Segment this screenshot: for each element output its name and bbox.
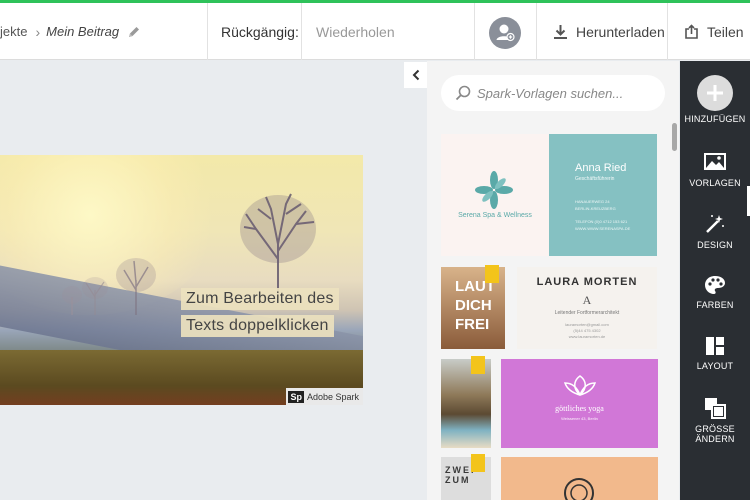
divider	[207, 3, 208, 60]
template-address: HANAUERWEG 24 BERLIN-KREUZBERG TELEFON (…	[575, 198, 657, 232]
top-toolbar: jekte › Mein Beitrag Rückgängig: Wiederh…	[0, 3, 750, 60]
sidebar-item-resize[interactable]: GRÖSSE ÄNDERN	[680, 397, 750, 444]
sidebar-item-label: HINZUFÜGEN	[684, 114, 746, 124]
canvas-image[interactable]: Zum Bearbeiten des Texts doppelklicken S…	[0, 155, 363, 405]
palette-icon	[705, 276, 725, 294]
spark-logo: Sp	[288, 390, 304, 403]
download-label: Herunterladen	[576, 23, 665, 40]
user-add-icon[interactable]	[489, 17, 521, 49]
template-role: Geschäftsführerin	[575, 176, 615, 182]
redo-button[interactable]: Wiederholen	[316, 3, 395, 60]
template-address-line: WWW.WWW.SERENASPA.DE	[575, 226, 631, 231]
premium-tag-icon	[471, 454, 485, 472]
template-initial: A	[582, 293, 592, 307]
template-search-input[interactable]: Spark-Vorlagen suchen...	[441, 75, 665, 111]
template-address-line: HANAUERWEG 24	[575, 199, 610, 204]
chevron-left-icon	[412, 69, 420, 81]
layout-icon	[706, 337, 724, 355]
undo-button[interactable]: Rückgängig:	[221, 3, 299, 60]
sidebar-item-layout[interactable]: LAYOUT	[680, 336, 750, 371]
collapse-panel-button[interactable]	[404, 62, 428, 88]
sidebar-item-colors[interactable]: FARBEN	[680, 275, 750, 310]
poster-line: DICH	[455, 297, 492, 314]
tree-graphic	[82, 277, 108, 315]
templates-icon	[704, 153, 726, 170]
adobe-spark-badge: Sp Adobe Spark	[286, 388, 363, 405]
badge-label: Adobe Spark	[306, 391, 359, 402]
sidebar-item-label: ÄNDERN	[695, 434, 735, 444]
download-button[interactable]: Herunterladen	[553, 3, 665, 60]
template-name: göttliches yoga	[555, 404, 604, 413]
resize-icon	[705, 398, 726, 419]
template-name: Anna Ried	[575, 162, 627, 174]
share-label: Teilen	[707, 23, 744, 40]
sidebar-item-design[interactable]: DESIGN	[680, 213, 750, 250]
template-card[interactable]: göttliches yoga Weissener 43, Berlin	[501, 359, 658, 448]
template-poster-text: LAUT DICH FREI	[455, 277, 495, 334]
flower-logo-icon	[475, 171, 513, 209]
template-card[interactable]	[501, 457, 658, 500]
magic-wand-icon	[706, 215, 724, 233]
plus-icon	[697, 75, 733, 111]
undo-label: Rückgängig:	[221, 23, 299, 40]
download-icon	[554, 24, 567, 39]
breadcrumb-projects-link[interactable]: jekte	[0, 24, 27, 39]
search-placeholder: Spark-Vorlagen suchen...	[477, 85, 624, 101]
pencil-icon[interactable]	[127, 25, 141, 39]
panel-scrollbar[interactable]	[672, 123, 677, 151]
divider	[474, 3, 475, 60]
tree-graphic	[240, 193, 316, 299]
sidebar-item-label: VORLAGEN	[689, 178, 741, 188]
poster-line: ZUM	[445, 475, 471, 485]
template-address: Weissener 43, Berlin	[561, 416, 598, 421]
project-title[interactable]: Mein Beitrag	[46, 24, 119, 39]
premium-tag-icon	[471, 356, 485, 374]
share-button[interactable]: Teilen	[684, 3, 744, 60]
template-address-line: BERLIN-KREUZBERG	[575, 206, 616, 211]
template-card[interactable]: Serena Spa & Wellness Anna Ried Geschäft…	[441, 134, 657, 256]
tree-graphic	[62, 286, 82, 315]
sidebar-item-label: DESIGN	[697, 240, 733, 250]
sidebar-item-label: LAYOUT	[696, 361, 734, 371]
canvas-text-line[interactable]: Zum Bearbeiten des	[181, 288, 339, 310]
template-address-line: TELEFON (0)0 4712 153 621	[575, 219, 628, 224]
lotus-icon	[563, 375, 596, 396]
template-address: lauramorten@gmail.com (5)44 475 4302 www…	[517, 322, 657, 340]
sidebar-item-add[interactable]: HINZUFÜGEN	[680, 75, 750, 124]
template-teal-panel: Anna Ried Geschäftsführerin HANAUERWEG 2…	[549, 134, 657, 256]
sidebar-rail: HINZUFÜGEN VORLAGEN DESIGN FARBEN LAYOUT…	[680, 61, 750, 500]
tree-graphic	[116, 258, 156, 315]
redo-label: Wiederholen	[316, 23, 395, 40]
template-brand-text: Serena Spa & Wellness	[458, 212, 532, 219]
divider	[536, 3, 537, 60]
design-canvas: Zum Bearbeiten des Texts doppelklicken S…	[0, 61, 427, 500]
sidebar-item-templates[interactable]: VORLAGEN	[680, 153, 750, 216]
divider	[301, 3, 302, 60]
templates-panel: Spark-Vorlagen suchen... Serena Spa & We…	[427, 61, 679, 500]
template-card[interactable]: LAURA MORTEN A Leitender Fortformerarchi…	[517, 267, 657, 349]
sidebar-item-label: GRÖSSE	[695, 424, 735, 434]
breadcrumb-separator: ›	[35, 23, 41, 40]
premium-tag-icon	[485, 265, 499, 283]
sidebar-item-label: FARBEN	[696, 300, 734, 310]
canvas-text-line[interactable]: Texts doppelklicken	[181, 315, 334, 337]
template-name: LAURA MORTEN	[536, 276, 638, 288]
search-icon	[455, 85, 471, 101]
poster-line: FREI	[455, 316, 490, 333]
template-role: Leitender Fortformerarchitekt	[554, 310, 620, 316]
breadcrumb: jekte › Mein Beitrag	[0, 3, 141, 60]
divider	[667, 3, 668, 60]
share-icon	[685, 23, 698, 39]
template-address-line: www.lauramorten.de	[568, 334, 606, 339]
template-graphic-icon	[564, 478, 594, 500]
